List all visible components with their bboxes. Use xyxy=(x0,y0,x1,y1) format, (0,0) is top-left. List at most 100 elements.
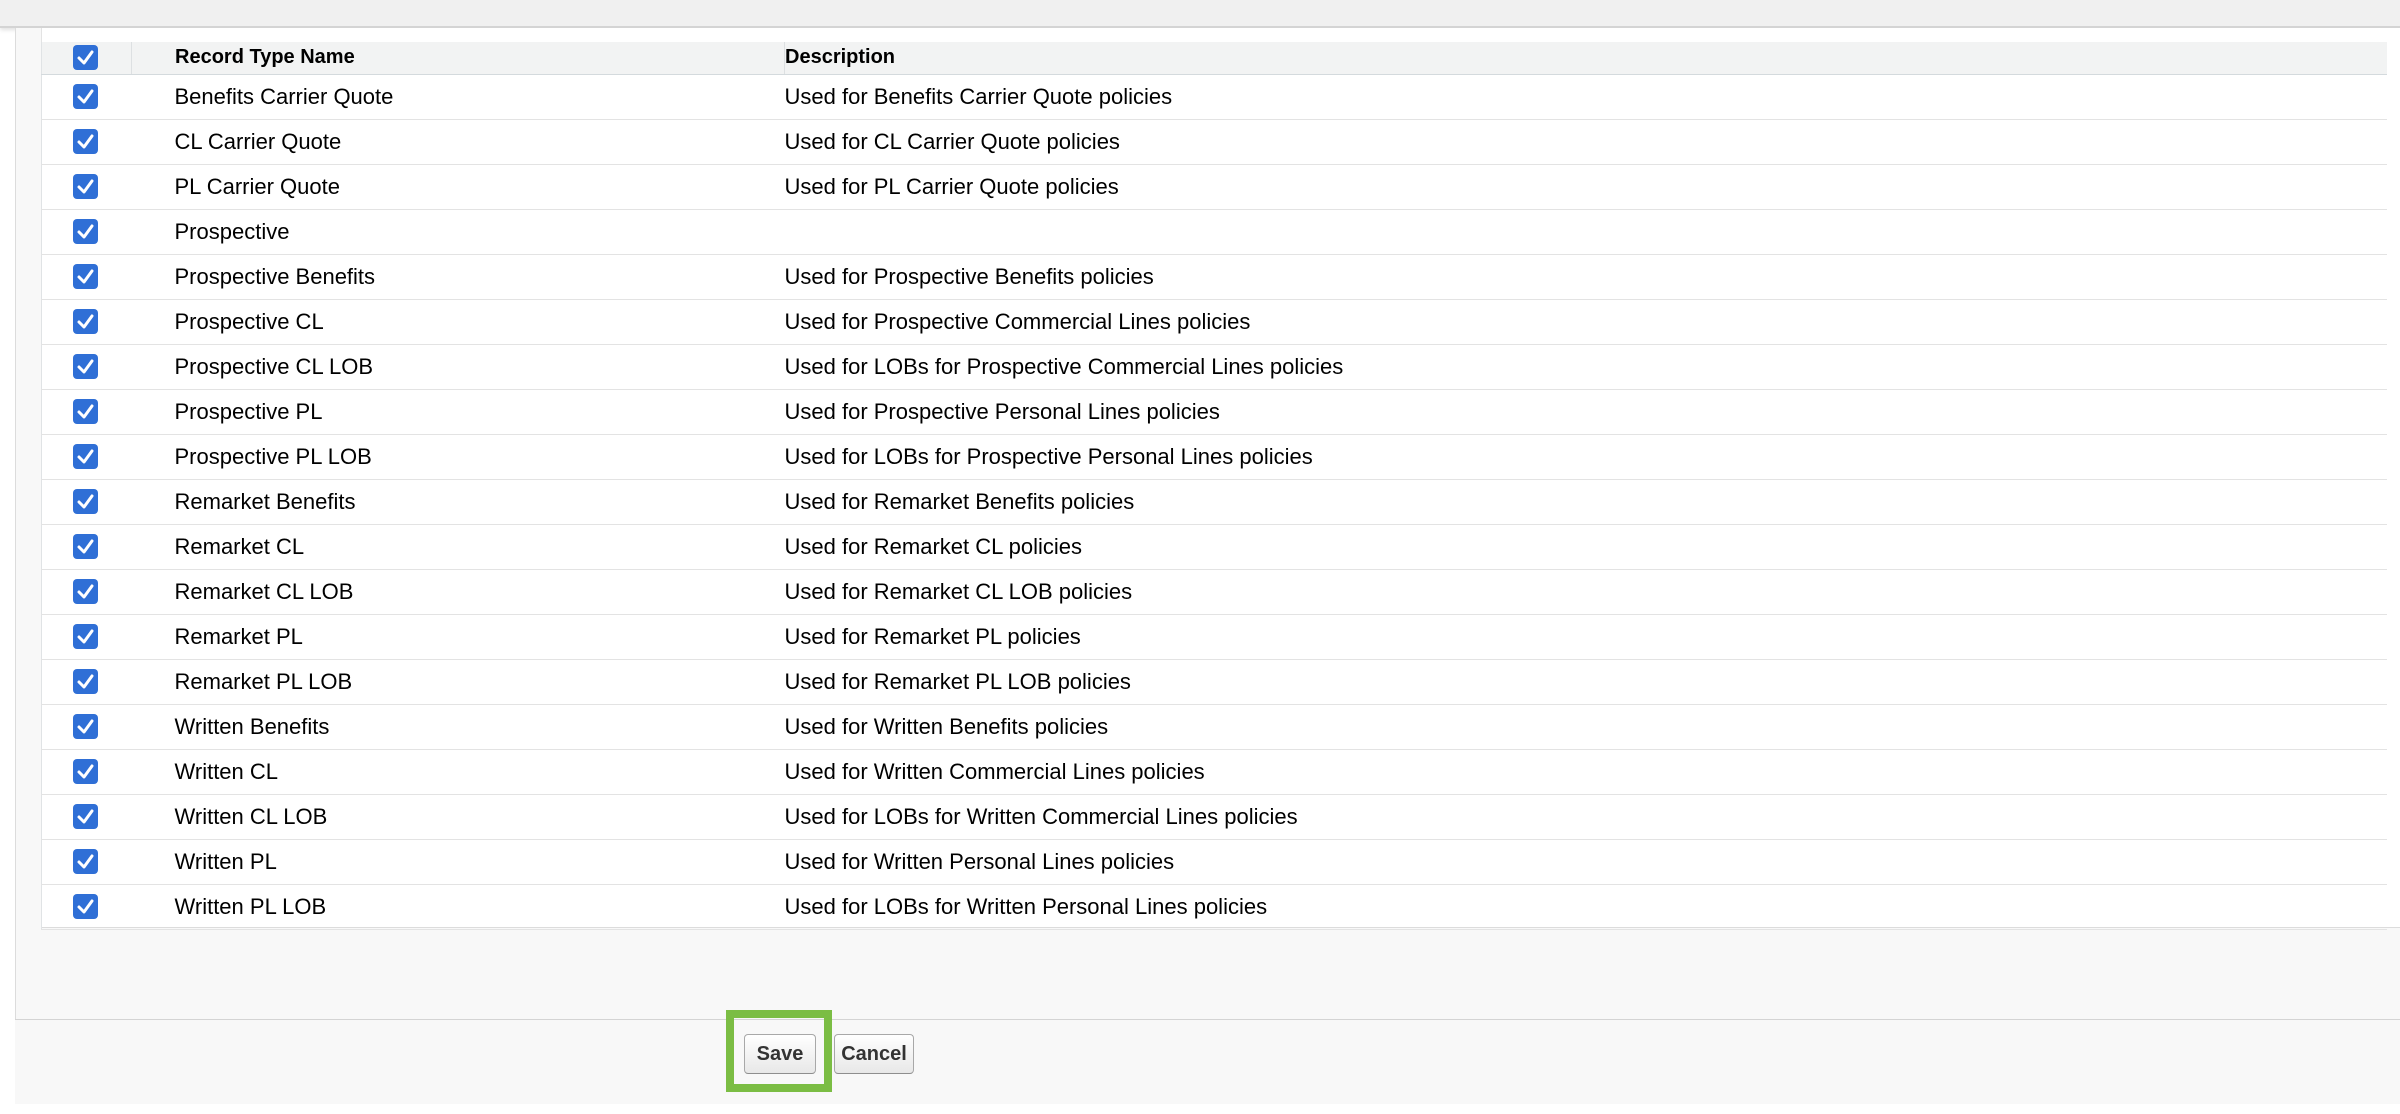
checkmark-icon xyxy=(77,899,94,914)
row-checkbox-cell xyxy=(41,434,132,480)
row-checkbox[interactable] xyxy=(73,804,98,829)
record-type-description: Used for LOBs for Prospective Commercial… xyxy=(784,344,2387,390)
row-checkbox[interactable] xyxy=(73,444,98,469)
checkmark-icon xyxy=(77,179,94,194)
record-type-name: Benefits Carrier Quote xyxy=(131,74,785,120)
record-type-description: Used for Written Personal Lines policies xyxy=(784,839,2387,885)
record-type-name: Prospective xyxy=(131,209,785,255)
record-type-name: Written PL LOB xyxy=(131,884,785,930)
record-type-name: PL Carrier Quote xyxy=(131,164,785,210)
record-type-description: Used for Remarket Benefits policies xyxy=(784,479,2387,525)
checkmark-icon xyxy=(77,809,94,824)
table-row: Remarket CL LOB Used for Remarket CL LOB … xyxy=(41,569,2387,615)
row-checkbox-cell xyxy=(41,479,132,525)
record-type-name: Remarket CL xyxy=(131,524,785,570)
record-type-name: Written CL xyxy=(131,749,785,795)
record-type-description: Used for LOBs for Written Commercial Lin… xyxy=(784,794,2387,840)
record-type-name: Prospective CL xyxy=(131,299,785,345)
select-all-cell xyxy=(41,42,132,75)
table-row: Written PL LOB Used for LOBs for Written … xyxy=(41,884,2387,930)
row-checkbox[interactable] xyxy=(73,534,98,559)
row-checkbox[interactable] xyxy=(73,219,98,244)
bottom-edge xyxy=(0,1104,2400,1114)
checkmark-icon xyxy=(77,584,94,599)
table-body: Benefits Carrier Quote Used for Benefits … xyxy=(41,74,2387,930)
checkmark-icon xyxy=(77,764,94,779)
checkmark-icon xyxy=(77,449,94,464)
column-header-description[interactable]: Description xyxy=(784,42,2387,75)
record-type-name: Remarket CL LOB xyxy=(131,569,785,615)
table-row: Written CL Used for Written Commercial Li… xyxy=(41,749,2387,795)
browser-top-bar xyxy=(0,0,2400,28)
row-checkbox[interactable] xyxy=(73,669,98,694)
checkmark-icon xyxy=(77,50,94,65)
record-type-name: Prospective CL LOB xyxy=(131,344,785,390)
checkmark-icon xyxy=(77,134,94,149)
row-checkbox-cell xyxy=(41,119,132,165)
column-header-name[interactable]: Record Type Name xyxy=(131,42,785,75)
checkmark-icon xyxy=(77,359,94,374)
row-checkbox-cell xyxy=(41,839,132,885)
save-button[interactable]: Save xyxy=(744,1034,816,1074)
row-checkbox-cell xyxy=(41,569,132,615)
table-row: Prospective xyxy=(41,209,2387,255)
row-checkbox[interactable] xyxy=(73,759,98,784)
table-row: CL Carrier Quote Used for CL Carrier Quot… xyxy=(41,119,2387,165)
cancel-button[interactable]: Cancel xyxy=(834,1034,914,1074)
row-checkbox-cell xyxy=(41,704,132,750)
row-checkbox-cell xyxy=(41,254,132,300)
row-checkbox[interactable] xyxy=(73,309,98,334)
checkmark-icon xyxy=(77,629,94,644)
record-type-description: Used for Prospective Personal Lines poli… xyxy=(784,389,2387,435)
row-checkbox[interactable] xyxy=(73,174,98,199)
checkmark-icon xyxy=(77,89,94,104)
record-type-description: Used for Prospective Commercial Lines po… xyxy=(784,299,2387,345)
record-type-description: Used for Benefits Carrier Quote policies xyxy=(784,74,2387,120)
table-row: Prospective PL LOB Used for LOBs for Pros… xyxy=(41,434,2387,480)
record-type-description: Used for Prospective Benefits policies xyxy=(784,254,2387,300)
record-type-name: Remarket PL LOB xyxy=(131,659,785,705)
record-type-description: Used for PL Carrier Quote policies xyxy=(784,164,2387,210)
row-checkbox-cell xyxy=(41,344,132,390)
checkmark-icon xyxy=(77,539,94,554)
row-checkbox[interactable] xyxy=(73,489,98,514)
record-type-name: Written Benefits xyxy=(131,704,785,750)
checkmark-icon xyxy=(77,314,94,329)
row-checkbox-cell xyxy=(41,164,132,210)
row-checkbox[interactable] xyxy=(73,264,98,289)
record-type-description: Used for LOBs for Written Personal Lines… xyxy=(784,884,2387,930)
row-checkbox[interactable] xyxy=(73,129,98,154)
row-checkbox[interactable] xyxy=(73,354,98,379)
checkmark-icon xyxy=(77,269,94,284)
record-type-name: Remarket Benefits xyxy=(131,479,785,525)
button-bar xyxy=(15,1019,2400,1105)
record-type-name: Prospective Benefits xyxy=(131,254,785,300)
record-type-description: Used for Remarket CL policies xyxy=(784,524,2387,570)
table-row: Remarket PL LOB Used for Remarket PL LOB … xyxy=(41,659,2387,705)
table-row: Written PL Used for Written Personal Line… xyxy=(41,839,2387,885)
row-checkbox[interactable] xyxy=(73,849,98,874)
record-type-name: Prospective PL xyxy=(131,389,785,435)
row-checkbox[interactable] xyxy=(73,579,98,604)
record-type-name: CL Carrier Quote xyxy=(131,119,785,165)
record-type-description: Used for Written Benefits policies xyxy=(784,704,2387,750)
table-row: Written Benefits Used for Written Benefit… xyxy=(41,704,2387,750)
row-checkbox[interactable] xyxy=(73,399,98,424)
table-row: Prospective CL Used for Prospective Comme… xyxy=(41,299,2387,345)
select-all-checkbox[interactable] xyxy=(73,45,98,71)
row-checkbox-cell xyxy=(41,389,132,435)
row-checkbox-cell xyxy=(41,299,132,345)
row-checkbox[interactable] xyxy=(73,624,98,649)
row-checkbox[interactable] xyxy=(73,714,98,739)
row-checkbox-cell xyxy=(41,794,132,840)
table-row: Remarket Benefits Used for Remarket Benef… xyxy=(41,479,2387,525)
row-checkbox-cell xyxy=(41,614,132,660)
record-types-table: Record Type Name Description Benefits Ca… xyxy=(41,42,2387,930)
row-checkbox[interactable] xyxy=(73,894,98,919)
row-checkbox-cell xyxy=(41,524,132,570)
record-type-description: Used for Written Commercial Lines polici… xyxy=(784,749,2387,795)
row-checkbox-cell xyxy=(41,749,132,795)
row-checkbox[interactable] xyxy=(73,84,98,109)
row-checkbox-cell xyxy=(41,209,132,255)
record-type-description: Used for Remarket PL LOB policies xyxy=(784,659,2387,705)
